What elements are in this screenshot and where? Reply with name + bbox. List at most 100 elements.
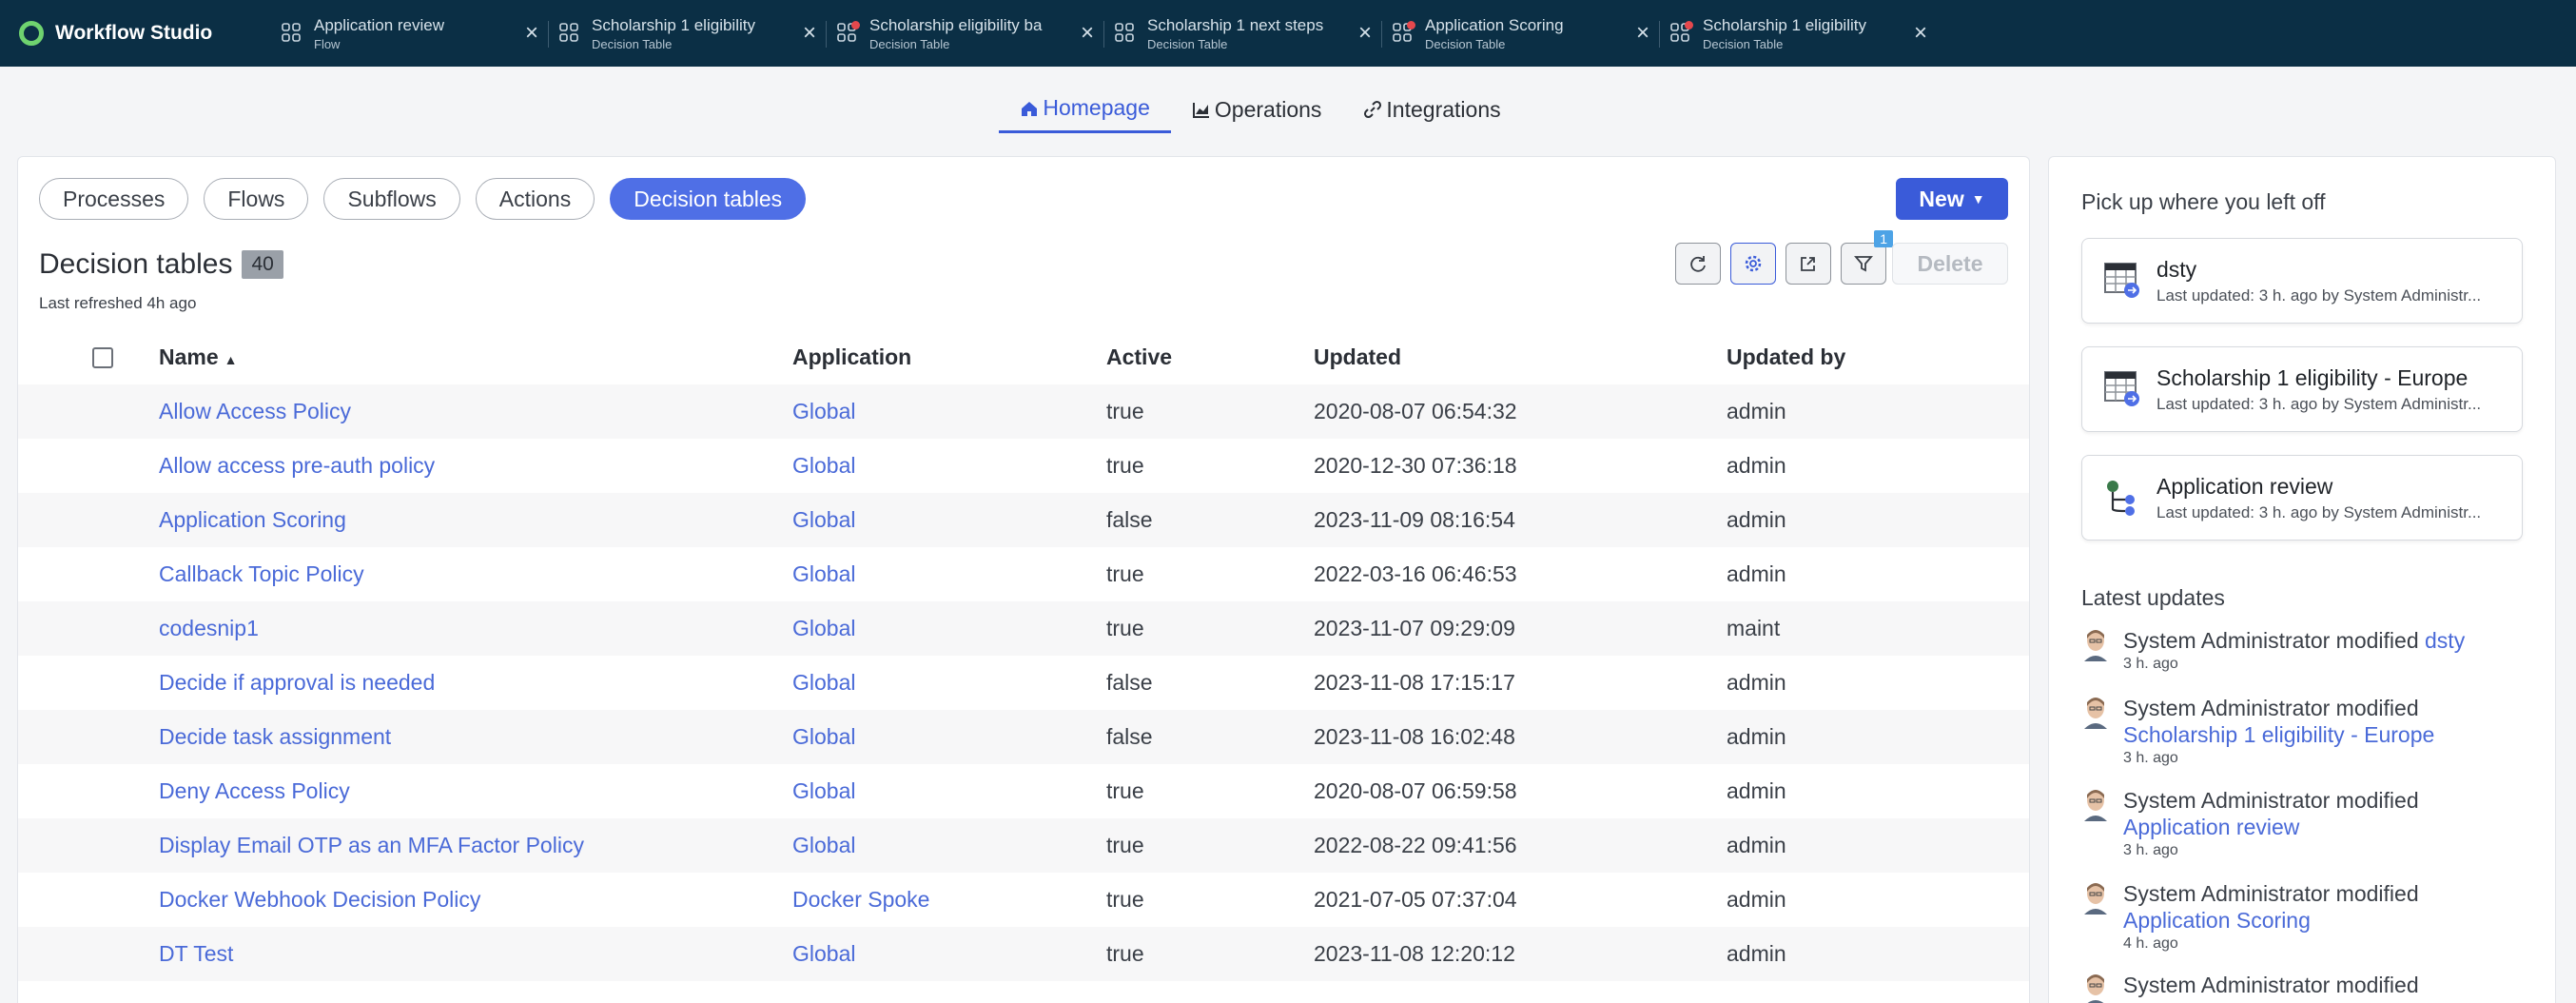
app-name: Workflow Studio (55, 22, 213, 44)
column-header-active[interactable]: Active (1106, 344, 1314, 370)
tab-item[interactable]: Scholarship 1 eligibility Decision Table × (548, 0, 826, 67)
column-header-application[interactable]: Application (792, 344, 1106, 370)
update-target-link[interactable]: dsty (2425, 628, 2465, 653)
row-application-link[interactable]: Global (792, 724, 855, 749)
select-all-checkbox[interactable] (92, 346, 113, 368)
update-target-link[interactable]: Application Scoring (2123, 908, 2311, 933)
nav-integrations[interactable]: Integrations (1342, 89, 1521, 133)
close-icon[interactable]: × (793, 20, 826, 47)
nav-integrations-label: Integrations (1386, 96, 1501, 122)
nav-operations[interactable]: Operations (1171, 89, 1343, 133)
row-updated-by: admin (1727, 778, 1786, 803)
tab-item[interactable]: Scholarship 1 next steps Decision Table × (1103, 0, 1381, 67)
close-icon[interactable]: × (1071, 20, 1103, 47)
table-row[interactable]: Allow access pre-auth policy Global true 20… (18, 439, 2029, 493)
avatar (2081, 880, 2110, 914)
tab-item[interactable]: Scholarship 1 eligibility Decision Table × (1659, 0, 1937, 67)
column-header-name[interactable]: Name ▲ (144, 344, 792, 370)
recent-item-card[interactable]: Scholarship 1 eligibility - Europe Last u… (2081, 346, 2523, 432)
pill-processes[interactable]: Processes (39, 178, 189, 220)
tab-title: Application Scoring (1425, 15, 1564, 34)
recent-item-card[interactable]: Application review Last updated: 3 h. ago… (2081, 455, 2523, 541)
column-header-updated-by[interactable]: Updated by (1727, 344, 2012, 370)
tab-item[interactable]: Scholarship eligibility ba Decision Table… (826, 0, 1103, 67)
update-time: 4 h. ago (2123, 935, 2178, 952)
row-application-link[interactable]: Global (792, 941, 855, 966)
row-name-link[interactable]: Deny Access Policy (159, 778, 350, 803)
recent-item-title: Application review (2156, 473, 2333, 499)
row-application-link[interactable]: Global (792, 670, 855, 695)
main-navigation: Homepage Operations Integrations (0, 89, 2576, 133)
refresh-button[interactable] (1675, 243, 1721, 285)
table-row[interactable]: DT Test Global true 2023-11-08 12:20:12 admi… (18, 927, 2029, 981)
filter-button[interactable]: 1 (1841, 230, 1893, 285)
row-active: true (1106, 887, 1144, 912)
row-name-link[interactable]: Display Email OTP as an MFA Factor Polic… (159, 833, 584, 857)
table-row[interactable]: Allow Access Policy Global true 2020-08-07 … (18, 384, 2029, 439)
update-target-link[interactable]: Scholarship 1 eligibility - Europe (2123, 722, 2434, 747)
tab-separator (826, 21, 827, 48)
table-row[interactable]: Display Email OTP as an MFA Factor Polic… (18, 818, 2029, 873)
table-row[interactable]: Decide task assignment Global false 2023-11… (18, 710, 2029, 764)
unsaved-dot-icon (851, 21, 860, 30)
row-name-link[interactable]: Callback Topic Policy (159, 561, 364, 586)
tab-subtitle: Decision Table (869, 36, 950, 51)
tab-subtitle: Flow (314, 36, 341, 51)
tab-item[interactable]: Application Scoring Decision Table × (1381, 0, 1659, 67)
pill-subflows[interactable]: Subflows (323, 178, 460, 220)
row-name-link[interactable]: Allow Access Policy (159, 399, 351, 423)
table-row[interactable]: Deny Access Policy Global true 2020-08-07 0… (18, 764, 2029, 818)
close-icon[interactable]: × (516, 20, 548, 47)
recent-item-card[interactable]: dsty Last updated: 3 h. ago by System Adm… (2081, 238, 2523, 324)
settings-button[interactable] (1730, 243, 1776, 285)
chart-icon (1192, 103, 1209, 118)
row-application-link[interactable]: Global (792, 561, 855, 586)
row-name-link[interactable]: DT Test (159, 941, 233, 966)
pill-flows[interactable]: Flows (204, 178, 309, 220)
row-updated-by: admin (1727, 399, 1786, 423)
sort-ascending-icon: ▲ (224, 352, 238, 367)
row-name-link[interactable]: Decide if approval is needed (159, 670, 435, 695)
row-name-link[interactable]: Docker Webhook Decision Policy (159, 887, 480, 912)
pill-actions[interactable]: Actions (475, 178, 595, 220)
new-button[interactable]: New ▼ (1896, 178, 2008, 220)
latest-updates-heading: Latest updates (2081, 585, 2225, 610)
row-active: false (1106, 507, 1153, 532)
decision-table-icon (557, 21, 582, 46)
column-header-updated[interactable]: Updated (1314, 344, 1727, 370)
brand[interactable]: Workflow Studio (0, 0, 270, 67)
row-application-link[interactable]: Global (792, 616, 855, 640)
new-button-label: New (1919, 186, 1964, 211)
row-application-link[interactable]: Docker Spoke (792, 887, 929, 912)
row-application-link[interactable]: Global (792, 507, 855, 532)
home-icon (1022, 101, 1038, 116)
tab-title: Scholarship eligibility ba (869, 15, 1043, 34)
row-name-link[interactable]: Allow access pre-auth policy (159, 453, 435, 478)
table-row[interactable]: Application Scoring Global false 2023-11-09… (18, 493, 2029, 547)
nav-homepage[interactable]: Homepage (999, 89, 1171, 133)
flow-icon (280, 21, 304, 46)
pill-decision-tables[interactable]: Decision tables (610, 178, 807, 220)
decision-table-icon (1391, 21, 1415, 46)
close-icon[interactable]: × (1904, 20, 1937, 47)
close-icon[interactable]: × (1627, 20, 1659, 47)
close-icon[interactable]: × (1349, 20, 1381, 47)
table-row[interactable]: Docker Webhook Decision Policy Docker Spo… (18, 873, 2029, 927)
recent-item-title: Scholarship 1 eligibility - Europe (2156, 364, 2469, 390)
table-row[interactable]: Decide if approval is needed Global false 2… (18, 656, 2029, 710)
row-application-link[interactable]: Global (792, 833, 855, 857)
row-application-link[interactable]: Global (792, 778, 855, 803)
table-row[interactable]: Callback Topic Policy Global true 2022-03-1… (18, 547, 2029, 601)
update-target-link[interactable]: Application review (2123, 815, 2299, 839)
row-application-link[interactable]: Global (792, 399, 855, 423)
row-active: true (1106, 833, 1144, 857)
row-name-link[interactable]: Decide task assignment (159, 724, 391, 749)
last-refreshed: Last refreshed 4h ago (39, 294, 197, 312)
row-application-link[interactable]: Global (792, 453, 855, 478)
export-button[interactable] (1786, 243, 1831, 285)
decision-table-icon (835, 21, 860, 46)
table-row[interactable]: codesnip1 Global true 2023-11-07 09:29:09 ma… (18, 601, 2029, 656)
tab-item[interactable]: Application review Flow × (270, 0, 548, 67)
row-name-link[interactable]: Application Scoring (159, 507, 346, 532)
row-name-link[interactable]: codesnip1 (159, 616, 259, 640)
